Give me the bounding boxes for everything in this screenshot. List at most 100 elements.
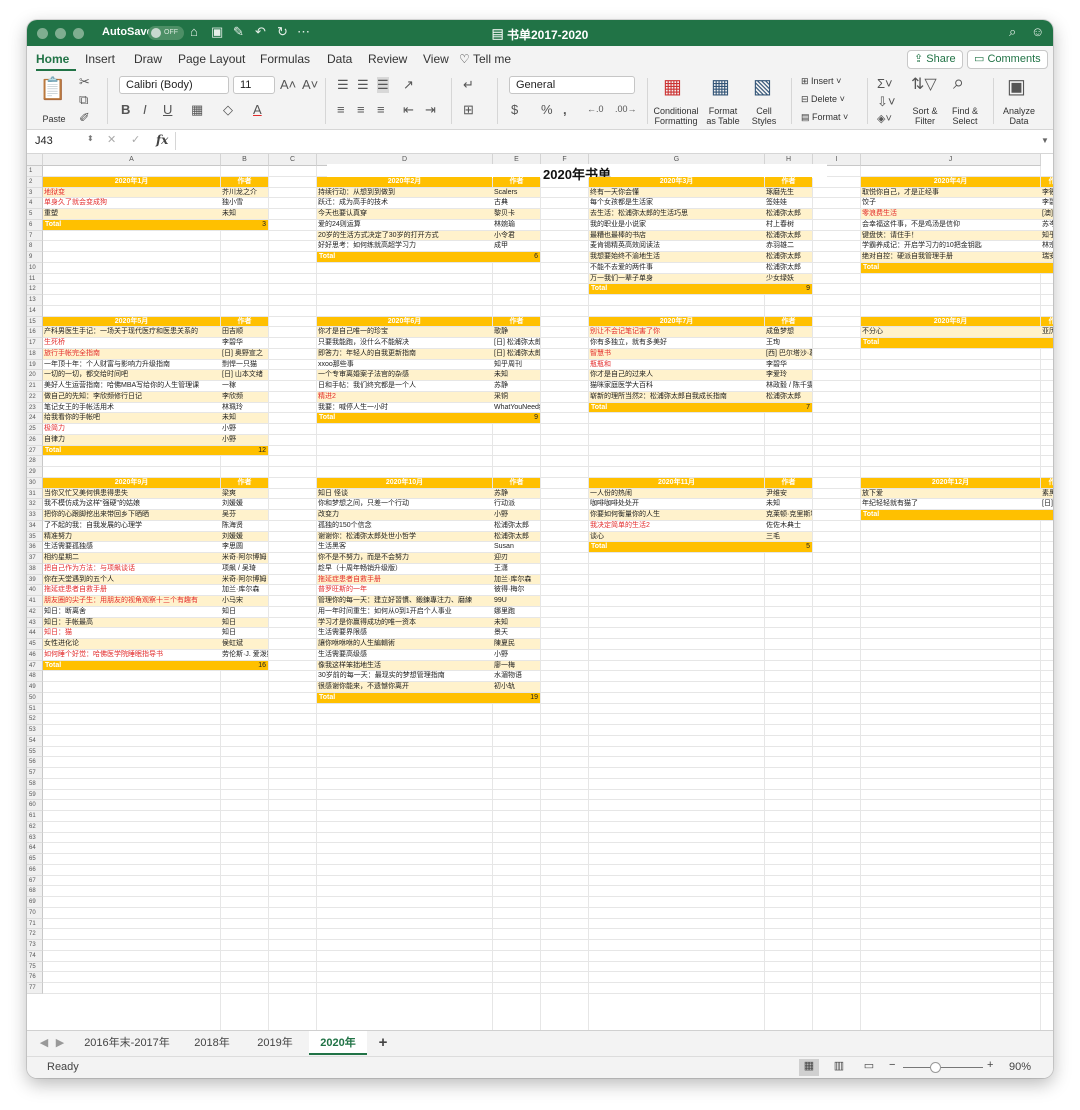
book-title-cell[interactable]: 朋友圈的尖子生：用朋友的视角观察十三个有趣有: [43, 596, 220, 607]
row-header-37[interactable]: 37: [27, 553, 43, 564]
row-header-6[interactable]: 6: [27, 219, 43, 231]
book-title-cell[interactable]: 终有一天你会懂: [589, 188, 764, 199]
tab-data[interactable]: Data: [327, 52, 352, 66]
wrap-text-icon[interactable]: ↵: [463, 77, 474, 93]
row-header-12[interactable]: 12: [27, 284, 43, 295]
row-header-53[interactable]: 53: [27, 725, 43, 736]
row-header-21[interactable]: 21: [27, 381, 43, 392]
find-select-label[interactable]: Find & Select: [945, 106, 985, 126]
book-title-cell[interactable]: 绝对自控：硬派自我管理手册: [861, 252, 1040, 263]
name-box-stepper-icon[interactable]: ⬍: [87, 134, 94, 143]
expand-formula-icon[interactable]: ▼: [1041, 136, 1049, 145]
zoom-level[interactable]: 90%: [1009, 1061, 1031, 1073]
book-author-cell[interactable]: Scalers: [493, 188, 540, 199]
book-author-cell[interactable]: 小野: [493, 510, 540, 521]
book-author-cell[interactable]: 廖一梅: [493, 661, 540, 672]
column-header-b[interactable]: B: [221, 154, 269, 166]
book-author-cell[interactable]: 景天: [493, 628, 540, 639]
book-title-cell[interactable]: 把自己作为方法：与项飙谈话: [43, 564, 220, 575]
row-header-41[interactable]: 41: [27, 596, 43, 607]
book-author-cell[interactable]: 初小轨: [493, 682, 540, 693]
book-author-cell[interactable]: 成甲: [493, 241, 540, 252]
book-author-cell[interactable]: 彼得·梅尔: [493, 585, 540, 596]
row-header-29[interactable]: 29: [27, 467, 43, 478]
book-author-cell[interactable]: 松浦弥太郎: [765, 263, 812, 274]
align-bottom-icon[interactable]: ☰: [377, 77, 389, 93]
paste-icon[interactable]: 📋: [39, 76, 66, 102]
row-header-9[interactable]: 9: [27, 252, 43, 263]
book-author-cell[interactable]: 尹维安: [765, 489, 812, 500]
book-title-cell[interactable]: 你不是不努力，而是不会努力: [317, 553, 492, 564]
row-header-76[interactable]: 76: [27, 972, 43, 983]
book-author-cell[interactable]: [日]: [1041, 499, 1053, 510]
book-author-cell[interactable]: 知日: [221, 607, 268, 618]
book-author-cell[interactable]: 行动派: [493, 499, 540, 510]
sort-filter-label[interactable]: Sort & Filter: [905, 106, 945, 126]
indent-decrease-icon[interactable]: ⇤: [403, 102, 414, 118]
row-header-57[interactable]: 57: [27, 768, 43, 779]
book-author-cell[interactable]: 加兰·库尔森: [221, 585, 268, 596]
fill-color-icon[interactable]: ◇: [223, 102, 233, 118]
book-author-cell[interactable]: 林宗: [1041, 241, 1053, 252]
book-title-cell[interactable]: 给我看你的手帐吧: [43, 413, 220, 424]
row-header-46[interactable]: 46: [27, 649, 43, 661]
book-author-cell[interactable]: 项飙 / 吴琦: [221, 564, 268, 575]
fill-icon[interactable]: ⇩˅: [877, 94, 895, 110]
share-button[interactable]: ⇪ Share: [907, 50, 963, 69]
row-header-15[interactable]: 15: [27, 316, 43, 328]
row-header-13[interactable]: 13: [27, 295, 43, 306]
autosum-icon[interactable]: Σ˅: [877, 76, 893, 91]
book-title-cell[interactable]: 普罗旺斯的一年: [317, 585, 492, 596]
book-author-cell[interactable]: [日] 山本文绪: [221, 370, 268, 381]
row-header-50[interactable]: 50: [27, 692, 43, 704]
book-title-cell[interactable]: 你有多独立，就有多美好: [589, 338, 764, 349]
book-title-cell[interactable]: 跃迁：成为高手的技术: [317, 198, 492, 209]
book-author-cell[interactable]: 李欣频: [221, 392, 268, 403]
book-title-cell[interactable]: 我想要始终不渝地生活: [589, 252, 764, 263]
sheet-tab-2018[interactable]: 2018年: [187, 1031, 237, 1055]
insert-function-icon[interactable]: fx: [156, 133, 168, 147]
row-header-34[interactable]: 34: [27, 520, 43, 532]
book-author-cell[interactable]: 松浦弥太郎: [765, 392, 812, 403]
row-header-23[interactable]: 23: [27, 402, 43, 414]
book-title-cell[interactable]: 精进2: [317, 392, 492, 403]
book-author-cell[interactable]: 未知: [493, 618, 540, 629]
book-title-cell[interactable]: 崭新的理所当然2：松浦弥太郎自我成长指南: [589, 392, 764, 403]
conditional-formatting-icon[interactable]: ▦: [663, 74, 682, 99]
book-title-cell[interactable]: 管理你的每一天：建立好習慣、鍛鍊專注力、磨練: [317, 596, 492, 607]
book-author-cell[interactable]: 未知: [765, 499, 812, 510]
book-title-cell[interactable]: 拖延症患者自救手册: [43, 585, 220, 596]
book-title-cell[interactable]: 一个专审离婚案子法官的杂感: [317, 370, 492, 381]
percent-icon[interactable]: %: [541, 102, 553, 117]
tab-page-layout[interactable]: Page Layout: [178, 52, 245, 66]
book-author-cell[interactable]: 李碧: [1041, 198, 1053, 209]
comments-button[interactable]: ▭ Comments: [967, 50, 1048, 69]
underline-icon[interactable]: U: [163, 102, 172, 117]
row-header-8[interactable]: 8: [27, 241, 43, 252]
row-header-43[interactable]: 43: [27, 617, 43, 629]
book-author-cell[interactable]: 刘媛媛: [221, 499, 268, 510]
book-title-cell[interactable]: 即答力：年轻人的自我更新指南: [317, 349, 492, 360]
book-author-cell[interactable]: [日] 松浦弥太郎: [493, 338, 540, 349]
book-author-cell[interactable]: 加兰·库尔森: [493, 575, 540, 586]
tell-me-box[interactable]: Tell me: [473, 52, 511, 66]
book-title-cell[interactable]: 智慧书: [589, 349, 764, 360]
increase-decimal-icon[interactable]: ←.0: [587, 104, 604, 114]
format-as-table-label[interactable]: Format as Table: [703, 106, 743, 126]
book-title-cell[interactable]: 只要我能跑，没什么不能解决: [317, 338, 492, 349]
book-title-cell[interactable]: 饺子: [861, 198, 1040, 209]
book-author-cell[interactable]: 林珮玲: [221, 403, 268, 414]
row-header-55[interactable]: 55: [27, 746, 43, 758]
book-title-cell[interactable]: 学习才是你赢得成功的唯一资本: [317, 618, 492, 629]
row-header-58[interactable]: 58: [27, 778, 43, 790]
book-title-cell[interactable]: 年纪轻轻就有猫了: [861, 499, 1040, 510]
row-header-67[interactable]: 67: [27, 875, 43, 887]
zoom-slider-track[interactable]: [903, 1067, 983, 1068]
book-author-cell[interactable]: 李碧华: [221, 338, 268, 349]
row-header-33[interactable]: 33: [27, 510, 43, 521]
book-title-cell[interactable]: 讓你咻咻咻的人生編輯術: [317, 639, 492, 650]
book-author-cell[interactable]: Susan: [493, 542, 540, 553]
book-author-cell[interactable]: 一稼: [221, 381, 268, 392]
book-title-cell[interactable]: 趁早（十周年畅销升级版）: [317, 564, 492, 575]
book-title-cell[interactable]: 键盘侠：请住手！: [861, 231, 1040, 242]
